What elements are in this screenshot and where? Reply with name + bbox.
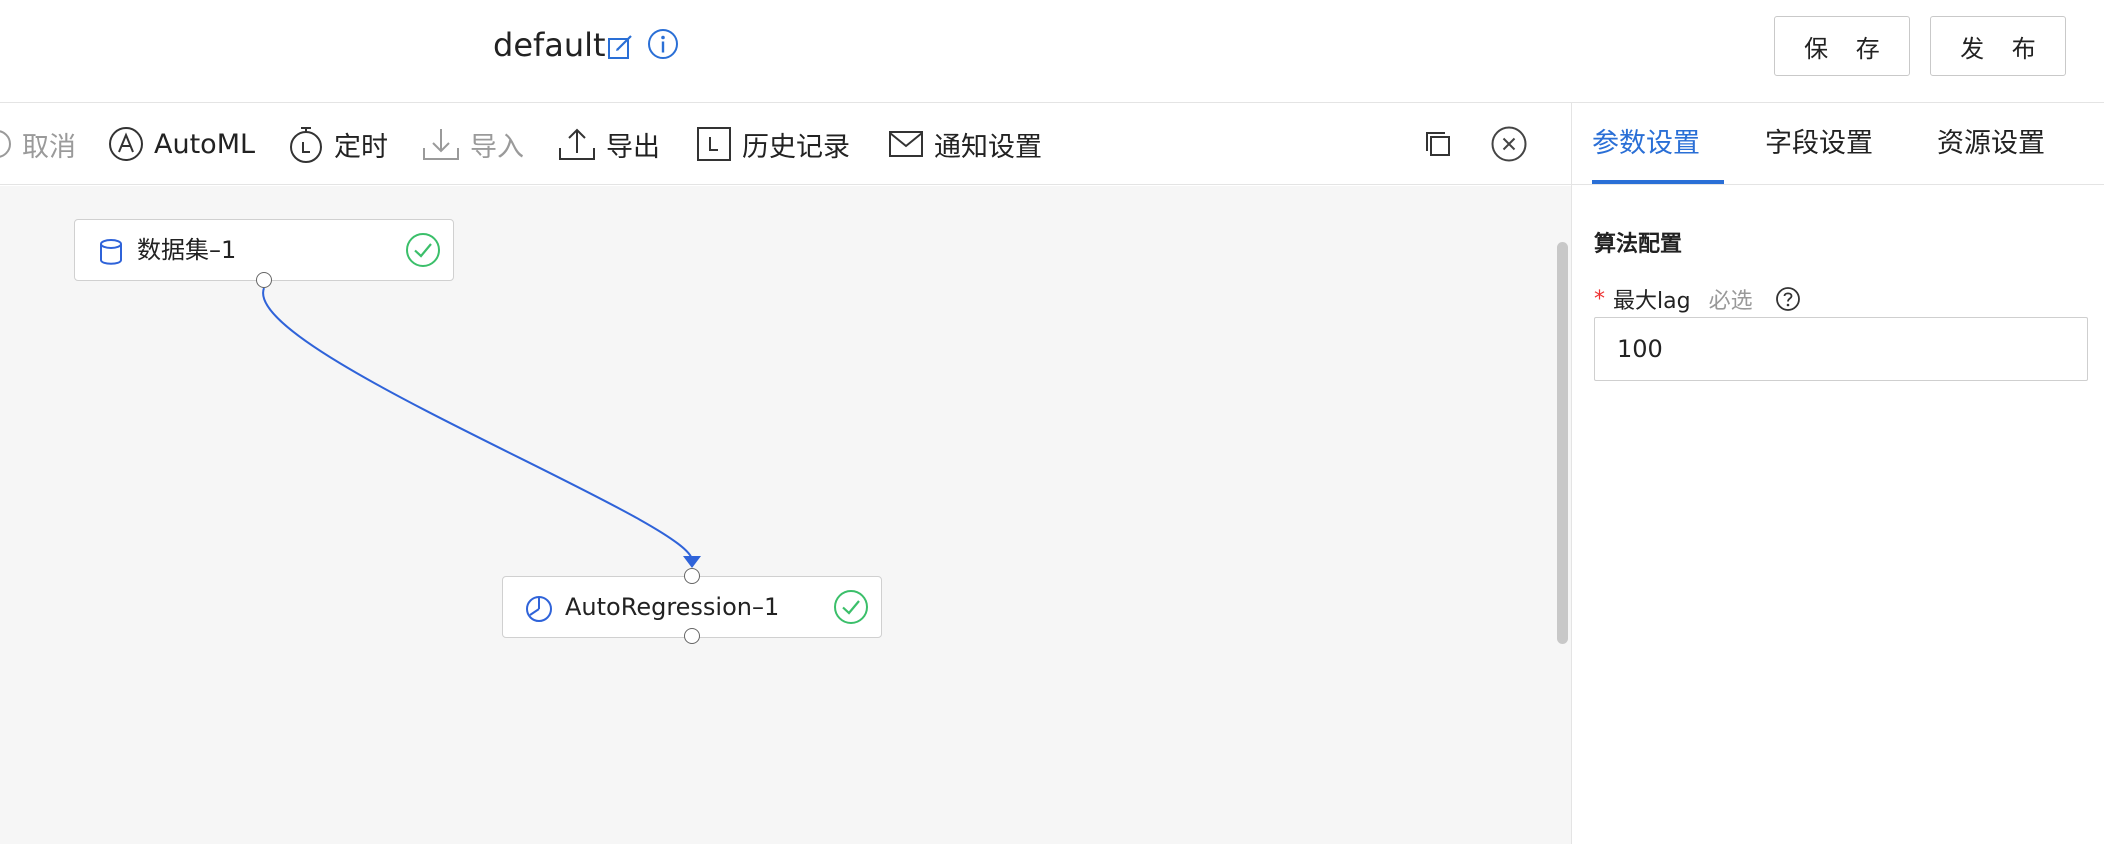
help-icon[interactable] [1775, 286, 1801, 312]
field-max-lag-label: * 最大lag 必选 [1594, 283, 1801, 315]
close-canvas-button[interactable] [1490, 103, 1528, 185]
info-icon[interactable] [646, 27, 680, 61]
node-label: AutoRegression–1 [565, 593, 780, 621]
field-hint: 必选 [1708, 289, 1753, 314]
save-button[interactable]: 保 存 [1774, 16, 1910, 76]
node-autoregression-input-port[interactable] [684, 568, 700, 584]
tab-params[interactable]: 参数设置 [1592, 103, 1700, 185]
page-title: default [493, 26, 606, 64]
notify-settings-button[interactable]: 通知设置 [888, 103, 1042, 185]
database-icon [100, 239, 122, 265]
field-label-text: 最大lag [1613, 289, 1691, 314]
automl-icon [109, 127, 143, 161]
canvas-scrollbar[interactable] [1557, 242, 1568, 644]
node-autoregression-output-port[interactable] [684, 628, 700, 644]
publish-button[interactable]: 发 布 [1930, 16, 2066, 76]
node-dataset-output-port[interactable] [256, 272, 272, 288]
copy-button[interactable] [1424, 103, 1452, 185]
max-lag-input[interactable]: 100 [1594, 317, 2088, 381]
notify-settings-label: 通知设置 [934, 131, 1042, 163]
workflow-canvas[interactable] [0, 186, 1571, 844]
app-root: default 保 存 发 布 取消 AutoML 定时 导入 导出 历史记录 … [0, 0, 2104, 844]
mail-icon [889, 131, 923, 157]
close-circle-icon [1491, 126, 1527, 162]
required-mark: * [1594, 286, 1605, 312]
history-icon [697, 127, 731, 161]
section-title: 算法配置 [1594, 232, 1683, 257]
export-label: 导出 [606, 131, 660, 163]
history-button[interactable]: 历史记录 [696, 103, 850, 185]
node-label: 数据集–1 [137, 236, 237, 264]
automl-label: AutoML [154, 128, 256, 160]
settings-tabs: 参数设置 字段设置 资源设置 [1572, 103, 2104, 185]
active-tab-indicator [1592, 180, 1724, 184]
timer-button[interactable]: 定时 [288, 103, 388, 185]
edit-icon[interactable] [606, 33, 634, 61]
import-label: 导入 [470, 131, 524, 163]
cancel-label: 取消 [22, 131, 76, 163]
tab-resources[interactable]: 资源设置 [1937, 103, 2045, 185]
copy-icon [1426, 132, 1450, 156]
canvas-toolbar: 取消 AutoML 定时 导入 导出 历史记录 通知设置 [0, 103, 1571, 185]
timer-icon [290, 127, 322, 163]
export-button[interactable]: 导出 [558, 103, 660, 185]
settings-panel: 参数设置 字段设置 资源设置 算法配置 * 最大lag 必选 100 [1571, 103, 2104, 844]
export-icon [559, 128, 595, 160]
timer-label: 定时 [334, 131, 388, 163]
automl-button[interactable]: AutoML [108, 103, 255, 185]
success-check-icon [834, 590, 868, 624]
history-label: 历史记录 [742, 131, 850, 163]
cancel-button[interactable]: 取消 [0, 103, 76, 185]
import-icon [423, 129, 459, 160]
algorithm-icon [526, 596, 552, 622]
cancel-icon [0, 130, 11, 158]
header-bar: default 保 存 发 布 [0, 0, 2104, 103]
success-check-icon [406, 233, 440, 267]
tab-fields[interactable]: 字段设置 [1765, 103, 1873, 185]
import-button[interactable]: 导入 [422, 103, 524, 185]
